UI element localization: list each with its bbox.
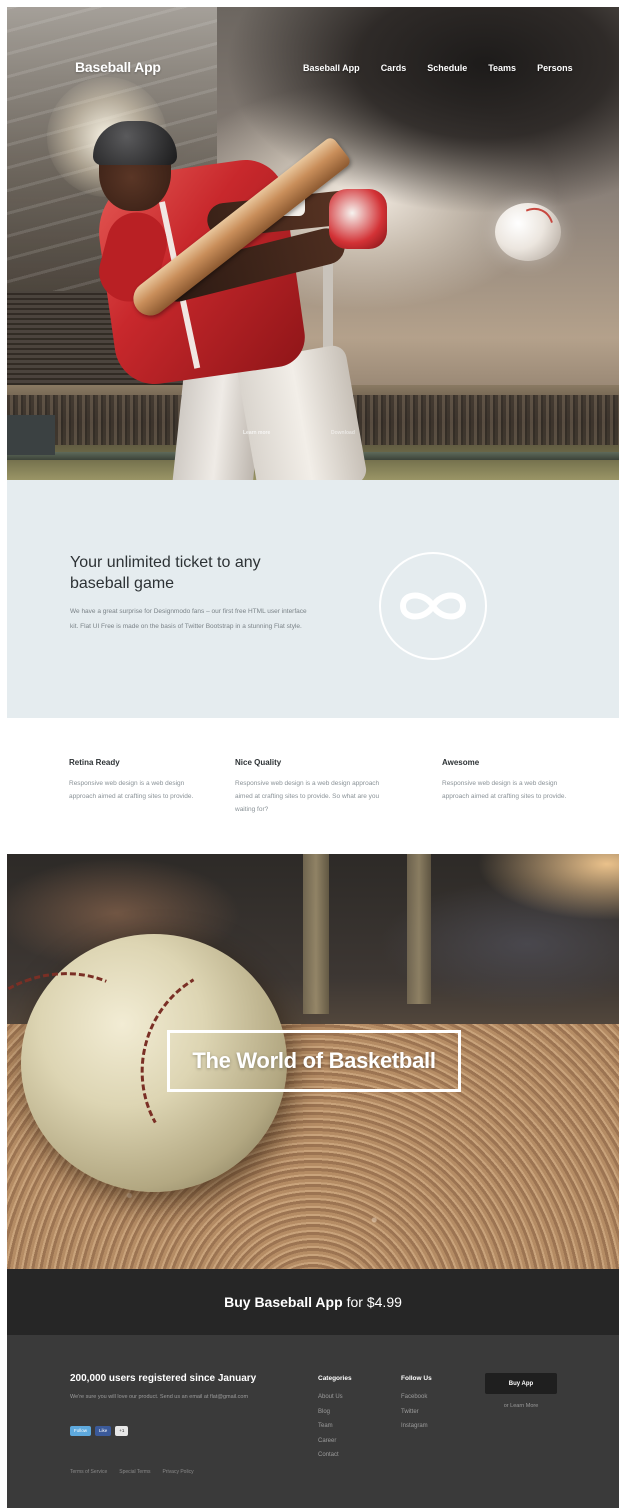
footer-learn-more-link[interactable]: or Learn More — [485, 1403, 557, 1409]
buy-bar-price: for $4.99 — [346, 1294, 402, 1310]
infinity-icon — [379, 552, 487, 660]
hero-section: Baseball App Baseball App Cards Schedule… — [7, 7, 619, 480]
footer: 200,000 users registered since January W… — [7, 1335, 619, 1508]
features-section: Retina Ready Responsive web design is a … — [7, 718, 619, 854]
footer-link-blog[interactable]: Blog — [318, 1405, 352, 1420]
hero-learn-more-link[interactable]: Learn more — [243, 430, 270, 436]
footer-categories: Categories About Us Blog Team Career Con… — [318, 1375, 352, 1463]
terms-of-service-link[interactable]: Terms of Service — [70, 1469, 107, 1475]
main-nav: Baseball App Cards Schedule Teams Person… — [303, 63, 594, 73]
nav-item-teams[interactable]: Teams — [488, 63, 516, 73]
background-post — [407, 854, 431, 1004]
twitter-follow-button[interactable]: Follow — [70, 1426, 92, 1436]
world-title: The World of Basketball — [192, 1048, 436, 1073]
footer-column-heading: Categories — [318, 1375, 352, 1382]
special-terms-link[interactable]: Special Terms — [119, 1469, 150, 1475]
world-title-box: The World of Basketball — [167, 1030, 461, 1092]
footer-link-about-us[interactable]: About Us — [318, 1390, 352, 1405]
nav-item-schedule[interactable]: Schedule — [427, 63, 467, 73]
facebook-like-button[interactable]: Like — [95, 1426, 112, 1436]
feature-retina-ready: Retina Ready Responsive web design is a … — [69, 758, 209, 803]
ticket-title: Your unlimited ticket to any baseball ga… — [70, 554, 261, 592]
feature-title: Retina Ready — [69, 758, 120, 767]
flying-baseball — [495, 203, 561, 261]
feature-title: Awesome — [442, 758, 480, 767]
feature-text: Responsive web design is a web design ap… — [69, 780, 194, 800]
hero-download-link[interactable]: Download — [331, 430, 355, 436]
ticket-section: Your unlimited ticket to any baseball ga… — [7, 480, 619, 718]
ticket-description: We have a great surprise for Designmodo … — [70, 608, 307, 630]
infinity-glyph — [400, 592, 466, 620]
world-section: The World of Basketball — [7, 854, 619, 1269]
social-badges: Follow Like +1 — [70, 1426, 129, 1436]
feature-title: Nice Quality — [235, 758, 282, 767]
footer-description: We're sure you will love our product. Se… — [70, 1394, 249, 1400]
footer-title: 200,000 users registered since January — [70, 1373, 257, 1384]
buy-bar[interactable]: Buy Baseball App for $4.99 — [7, 1269, 619, 1335]
footer-link-career[interactable]: Career — [318, 1434, 352, 1449]
batting-glove — [329, 189, 387, 249]
nav-item-cards[interactable]: Cards — [381, 63, 407, 73]
privacy-policy-link[interactable]: Privacy Policy — [163, 1469, 194, 1475]
feature-awesome: Awesome Responsive web design is a web d… — [442, 758, 567, 803]
footer-buy-app-button[interactable]: Buy App — [485, 1373, 557, 1394]
feature-text: Responsive web design is a web design ap… — [442, 780, 567, 800]
footer-follow-us: Follow Us Facebook Twitter Instagram — [401, 1375, 432, 1434]
buy-bar-label[interactable]: Buy Baseball App — [224, 1294, 343, 1310]
legal-links: Terms of Service Special Terms Privacy P… — [70, 1469, 194, 1475]
footer-column-heading: Follow Us — [401, 1375, 432, 1382]
footer-link-instagram[interactable]: Instagram — [401, 1419, 432, 1434]
nav-item-baseball-app[interactable]: Baseball App — [303, 63, 360, 73]
footer-link-twitter[interactable]: Twitter — [401, 1405, 432, 1420]
feature-text: Responsive web design is a web design ap… — [235, 780, 380, 813]
footer-link-contact[interactable]: Contact — [318, 1448, 352, 1463]
nav-item-persons[interactable]: Persons — [537, 63, 573, 73]
footer-link-team[interactable]: Team — [318, 1419, 352, 1434]
footer-link-facebook[interactable]: Facebook — [401, 1390, 432, 1405]
feature-nice-quality: Nice Quality Responsive web design is a … — [235, 758, 395, 816]
brand-logo[interactable]: Baseball App — [75, 59, 161, 75]
google-plus-button[interactable]: +1 — [115, 1426, 129, 1436]
dugout-fence — [7, 415, 55, 455]
